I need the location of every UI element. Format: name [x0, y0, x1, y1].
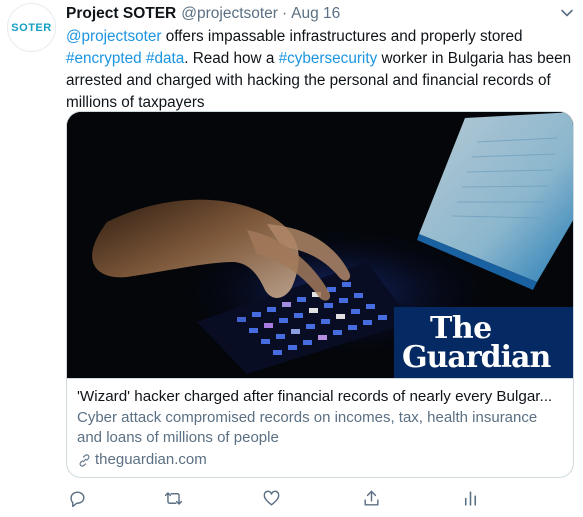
card-domain-text: theguardian.com — [95, 451, 207, 468]
guardian-logo-line1: The — [430, 310, 492, 346]
display-name[interactable]: Project SOTER — [66, 5, 176, 23]
separator-dot: · — [281, 5, 288, 22]
tweet-text: @projectsoter offers impassable infrastr… — [66, 26, 576, 114]
tweet-date[interactable]: Aug 16 — [291, 5, 340, 23]
retweet-button[interactable] — [162, 486, 184, 510]
link-icon — [79, 453, 90, 467]
soter-logo: SOTER — [11, 21, 52, 34]
share-button[interactable] — [360, 486, 382, 510]
avatar[interactable]: SOTER — [7, 3, 56, 52]
user-handle[interactable]: @projectsoter — [181, 5, 278, 23]
tweet-content: Project SOTER @projectsoter · Aug 16 @pr… — [66, 0, 576, 114]
analytics-icon — [464, 490, 476, 506]
mention-projectsoter[interactable]: @projectsoter — [66, 28, 161, 45]
card-body[interactable]: 'Wizard' hacker charged after financial … — [67, 378, 573, 477]
link-card[interactable]: The Guardian 'Wizard' hacker charged aft… — [66, 111, 574, 478]
tweet-text-segment: . Read how a — [184, 50, 279, 67]
card-title: 'Wizard' hacker charged after financial … — [77, 388, 553, 405]
hashtag-encrypted[interactable]: #encrypted — [66, 50, 142, 67]
tweet-text-segment: offers impassable infrastructures and pr… — [161, 28, 523, 45]
card-image[interactable]: The Guardian — [67, 112, 573, 378]
chevron-down-icon[interactable] — [558, 4, 576, 22]
heart-icon — [263, 490, 279, 506]
reply-button[interactable] — [66, 486, 88, 510]
retweet-icon — [164, 491, 182, 505]
guardian-logo: The Guardian — [394, 307, 573, 378]
share-icon — [363, 490, 379, 506]
analytics-button[interactable] — [459, 486, 481, 510]
hashtag-cybersecurity[interactable]: #cybersecurity — [279, 50, 378, 67]
tweet-header: Project SOTER @projectsoter · Aug 16 — [66, 0, 576, 26]
reply-icon — [69, 490, 85, 507]
guardian-logo-line2: Guardian — [402, 339, 551, 375]
card-description: Cyber attack compromised records on inco… — [77, 409, 538, 446]
tweet-actions — [66, 486, 486, 510]
like-button[interactable] — [260, 486, 282, 510]
hashtag-data[interactable]: #data — [146, 50, 184, 67]
card-domain: theguardian.com — [77, 450, 563, 470]
